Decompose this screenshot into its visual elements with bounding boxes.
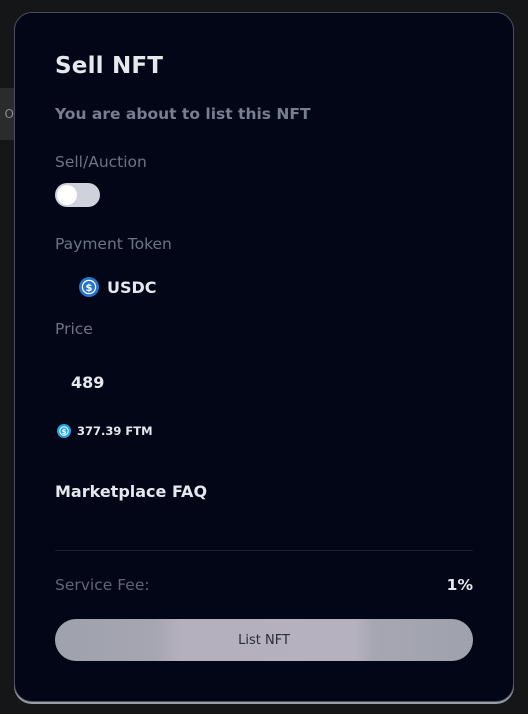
payment-token-label: Payment Token <box>55 235 172 253</box>
sell-auction-toggle[interactable] <box>55 183 100 207</box>
sell-nft-modal: Sell NFT You are about to list this NFT … <box>14 12 514 702</box>
usdc-icon: $ <box>79 277 99 297</box>
list-nft-button[interactable]: List NFT <box>55 619 473 661</box>
modal-subtitle: You are about to list this NFT <box>55 105 311 123</box>
modal-title: Sell NFT <box>55 53 164 79</box>
svg-text:$: $ <box>62 428 67 436</box>
toggle-knob <box>57 185 77 205</box>
background-page-fragment: O <box>0 88 14 140</box>
service-fee-value: 1% <box>446 576 473 594</box>
price-input[interactable] <box>55 365 287 399</box>
marketplace-faq-link[interactable]: Marketplace FAQ <box>55 482 207 501</box>
svg-text:$: $ <box>86 283 93 294</box>
sell-auction-label: Sell/Auction <box>55 153 147 171</box>
divider <box>55 550 473 551</box>
payment-token-name: USDC <box>107 277 157 297</box>
conversion-value: 377.39 FTM <box>77 424 153 438</box>
service-fee-label: Service Fee: <box>55 576 150 594</box>
background-text: O <box>4 107 14 121</box>
price-label: Price <box>55 320 93 338</box>
price-conversion: $ 377.39 FTM <box>57 424 153 438</box>
ftm-icon: $ <box>57 424 71 438</box>
payment-token-selector[interactable]: $ USDC <box>79 277 157 297</box>
